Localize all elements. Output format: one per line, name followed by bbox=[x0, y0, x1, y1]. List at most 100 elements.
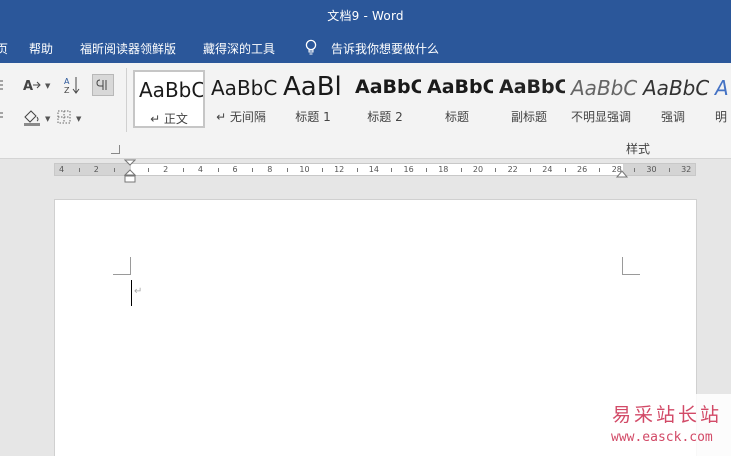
ruler-tick bbox=[530, 168, 532, 172]
tab-help[interactable]: 帮助 bbox=[29, 40, 53, 57]
ruler-tick bbox=[356, 168, 358, 172]
style-label: 不明显强调 bbox=[570, 110, 631, 124]
svg-text:A: A bbox=[64, 77, 70, 86]
style-label: 标题 2 bbox=[367, 110, 403, 124]
style-intense-emphasis[interactable]: A 明 bbox=[709, 70, 731, 128]
svg-text:Z: Z bbox=[64, 86, 70, 95]
shading-icon[interactable] bbox=[21, 107, 43, 127]
crop-mark-top-left bbox=[113, 257, 131, 275]
align-justify-icon[interactable] bbox=[0, 108, 6, 124]
ruler-tick bbox=[460, 168, 462, 172]
ruler-number: 20 bbox=[472, 165, 484, 174]
ruler-number: 4 bbox=[59, 165, 65, 174]
ruler-tick bbox=[668, 168, 670, 172]
style-sample: AaBbC bbox=[427, 76, 493, 98]
tell-me-search[interactable]: 告诉我你想要做什么 bbox=[331, 40, 439, 57]
ruler-number: 10 bbox=[299, 165, 310, 174]
styles-group-label: 样式 bbox=[626, 142, 651, 156]
style-sample: AaBl bbox=[283, 72, 342, 102]
style-label: ↵ 正文 bbox=[150, 112, 188, 126]
ruler-number: 8 bbox=[267, 165, 273, 174]
ruler-tick bbox=[113, 168, 115, 172]
show-formatting-icon[interactable] bbox=[92, 74, 114, 96]
ruler-tick bbox=[321, 168, 323, 172]
style-heading-1[interactable]: AaBl 标题 1 bbox=[277, 70, 349, 128]
watermark: 易采站长站 www.easck.com bbox=[594, 394, 731, 456]
tab-hidden-tools[interactable]: 藏得深的工具 bbox=[203, 40, 275, 57]
ruler-number: 4 bbox=[197, 165, 203, 174]
watermark-url: www.easck.com bbox=[611, 430, 713, 445]
ruler-tick bbox=[252, 168, 254, 172]
style-sample: AaBbC bbox=[643, 76, 709, 100]
ruler-number: 16 bbox=[403, 165, 414, 174]
style-title[interactable]: AaBbC 标题 bbox=[421, 70, 493, 128]
style-sample: AaBbC bbox=[571, 76, 637, 100]
tab-foxit-reader[interactable]: 福昕阅读器领鲜版 bbox=[80, 40, 176, 57]
text-cursor bbox=[131, 280, 132, 306]
ruler-number: 12 bbox=[334, 165, 345, 174]
style-label: 强调 bbox=[660, 110, 685, 124]
ruler-tick bbox=[391, 168, 393, 172]
style-sample: AaBbC bbox=[499, 76, 565, 98]
ruler-number: 2 bbox=[163, 165, 169, 174]
style-no-spacing[interactable]: AaBbC ↵ 无间隔 bbox=[205, 70, 277, 128]
group-divider bbox=[126, 68, 127, 132]
ruler-number: 24 bbox=[542, 165, 553, 174]
style-label: 明 bbox=[715, 110, 728, 124]
style-label: 副标题 bbox=[510, 110, 547, 124]
lightbulb-icon bbox=[305, 39, 317, 55]
ruler-tick bbox=[634, 168, 636, 172]
ruler-tick bbox=[599, 168, 601, 172]
horizontal-ruler[interactable]: 4 2 2 4 6 8 10 12 14 16 18 20 22 24 26 28 30 32 bbox=[54, 163, 696, 176]
ruler-tick bbox=[495, 168, 497, 172]
right-indent-marker-icon[interactable] bbox=[616, 169, 628, 179]
style-normal[interactable]: AaBbC ↵ 正文 bbox=[133, 70, 205, 128]
ruler-area: 4 2 2 4 6 8 10 12 14 16 18 20 22 24 26 28 30 32 bbox=[0, 159, 731, 183]
style-label: ↵ 无间隔 bbox=[216, 110, 266, 124]
style-label: 标题 bbox=[444, 110, 469, 124]
chevron-down-icon[interactable]: ▼ bbox=[45, 82, 50, 90]
style-heading-2[interactable]: AaBbC 标题 2 bbox=[349, 70, 421, 128]
line-spacing-icon[interactable] bbox=[0, 75, 6, 95]
chevron-down-icon[interactable]: ▼ bbox=[76, 115, 81, 123]
ruler-tick bbox=[148, 168, 150, 172]
style-subtle-emphasis[interactable]: AaBbC 不明显强调 bbox=[565, 70, 637, 128]
indent-marker-icon[interactable] bbox=[124, 159, 136, 185]
style-sample: AaBbC bbox=[211, 76, 277, 100]
ruler-number: 30 bbox=[646, 165, 657, 174]
ruler-tick bbox=[78, 168, 80, 172]
text-effects-icon[interactable]: A bbox=[21, 75, 45, 95]
crop-mark-top-right bbox=[622, 257, 640, 275]
paragraph-mark: ↵ bbox=[134, 286, 143, 297]
ruler-tick bbox=[217, 168, 219, 172]
ruler-number: 14 bbox=[368, 165, 379, 174]
style-emphasis[interactable]: AaBbC 强调 bbox=[637, 70, 709, 128]
ruler-number: 22 bbox=[507, 165, 518, 174]
style-subtitle[interactable]: AaBbC 副标题 bbox=[493, 70, 565, 128]
style-sample: AaBbC bbox=[139, 78, 205, 102]
ribbon-tab-bar: 页 帮助 福昕阅读器领鲜版 藏得深的工具 告诉我你想要做什么 bbox=[0, 31, 731, 63]
ruler-tick bbox=[287, 168, 289, 172]
styles-gallery: AaBbC ↵ 正文 AaBbC ↵ 无间隔 AaBl 标题 1 AaBbC 标… bbox=[133, 70, 731, 130]
style-sample: AaBbC bbox=[355, 76, 421, 98]
watermark-name: 易采站长站 bbox=[612, 404, 723, 426]
ruler-tick bbox=[183, 168, 185, 172]
window-title: 文档9 - Word bbox=[327, 9, 404, 23]
borders-icon[interactable] bbox=[55, 107, 73, 127]
ruler-number: 18 bbox=[438, 165, 449, 174]
title-bar: 文档9 - Word bbox=[0, 0, 731, 31]
chevron-down-icon[interactable]: ▼ bbox=[45, 115, 50, 123]
ribbon: A ▼ AZ ▼ ▼ AaBbC ↵ 正文 AaBbC ↵ 无间隔 AaBl 标… bbox=[0, 63, 731, 159]
ruler-number: 32 bbox=[681, 165, 692, 174]
ruler-number: 2 bbox=[93, 165, 99, 174]
tab-page-layout[interactable]: 页 bbox=[0, 40, 8, 57]
ruler-tick bbox=[425, 168, 427, 172]
ruler-tick bbox=[564, 168, 566, 172]
sort-icon[interactable]: AZ bbox=[62, 74, 82, 96]
dialog-launcher-icon[interactable] bbox=[111, 145, 120, 154]
style-label: 标题 1 bbox=[295, 110, 331, 124]
ruler-number: 26 bbox=[577, 165, 588, 174]
ruler-number: 6 bbox=[232, 165, 238, 174]
svg-text:A: A bbox=[23, 79, 33, 93]
style-sample: A bbox=[715, 76, 729, 100]
